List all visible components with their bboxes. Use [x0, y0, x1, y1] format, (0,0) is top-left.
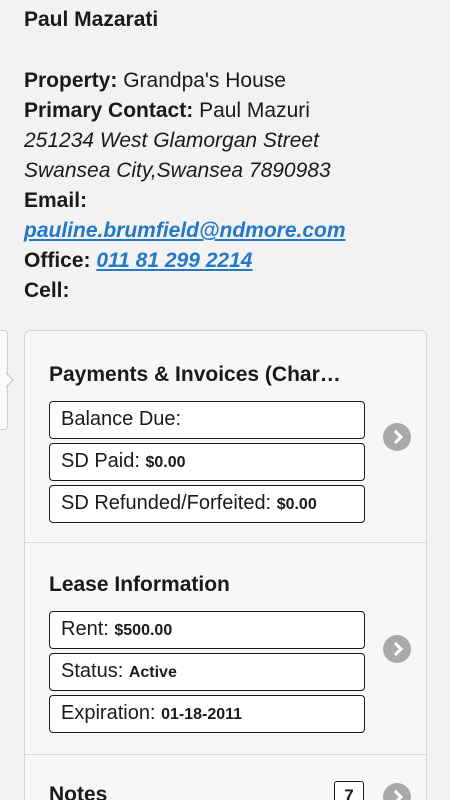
sd-refunded-label: SD Refunded/Forfeited: [61, 492, 272, 514]
rent-value: $500.00 [114, 622, 173, 639]
email-label: Email: [24, 189, 88, 212]
address-line-1: 251234 West Glamorgan Street [24, 129, 319, 152]
sd-refunded-field: SD Refunded/Forfeited: $0.00 [49, 485, 365, 523]
primary-contact-value: Paul Mazuri [199, 99, 310, 122]
expiration-label: Expiration: [61, 702, 156, 724]
primary-contact-line: Primary Contact: Paul Mazuri [24, 98, 310, 124]
property-label: Property: [24, 69, 118, 92]
expiration-field: Expiration: 01-18-2011 [49, 695, 365, 733]
rent-field: Rent: $500.00 [49, 611, 365, 649]
chevron-right-icon[interactable] [383, 423, 411, 451]
chevron-right-icon[interactable] [383, 635, 411, 663]
rent-label: Rent: [61, 618, 109, 640]
address-line-2: Swansea City,Swansea 7890983 [24, 159, 331, 182]
email-link-line: pauline.brumfield@ndmore.com [24, 218, 346, 244]
status-field: Status: Active [49, 653, 365, 691]
sd-paid-label: SD Paid: [61, 450, 140, 472]
details-panel: Payments & Invoices (Char… Balance Due: … [24, 330, 427, 800]
payments-title: Payments & Invoices (Char… [49, 363, 341, 386]
primary-contact-label: Primary Contact: [24, 99, 194, 122]
office-phone-link[interactable]: 011 81 299 2214 [96, 249, 252, 272]
sidebar-arrow-icon [5, 372, 14, 388]
notes-section[interactable]: Notes 7 [25, 755, 426, 800]
lease-title: Lease Information [49, 573, 230, 596]
property-line: Property: Grandpa's House [24, 68, 286, 94]
sd-refunded-value: $0.00 [276, 496, 317, 513]
office-label: Office: [24, 249, 91, 272]
lease-section[interactable]: Lease Information Rent: $500.00 Status: … [25, 543, 426, 755]
property-value: Grandpa's House [123, 69, 286, 92]
status-value: Active [128, 664, 177, 681]
status-label: Status: [61, 660, 124, 682]
sd-paid-value: $0.00 [145, 454, 186, 471]
notes-count-badge: 7 [334, 781, 364, 800]
office-line: Office: 011 81 299 2214 [24, 248, 252, 274]
email-link[interactable]: pauline.brumfield@ndmore.com [24, 219, 346, 242]
expiration-value: 01-18-2011 [161, 706, 243, 723]
notes-title: Notes [49, 783, 108, 800]
balance-due-field: Balance Due: [49, 401, 365, 439]
payments-section[interactable]: Payments & Invoices (Char… Balance Due: … [25, 331, 426, 543]
sd-paid-field: SD Paid: $0.00 [49, 443, 365, 481]
email-label-line: Email: [24, 188, 87, 214]
balance-due-label: Balance Due: [61, 408, 182, 430]
tenant-name: Paul Mazarati [24, 8, 159, 31]
chevron-right-icon[interactable] [383, 783, 411, 800]
cell-label: Cell: [24, 279, 70, 302]
cell-line: Cell: [24, 278, 70, 304]
